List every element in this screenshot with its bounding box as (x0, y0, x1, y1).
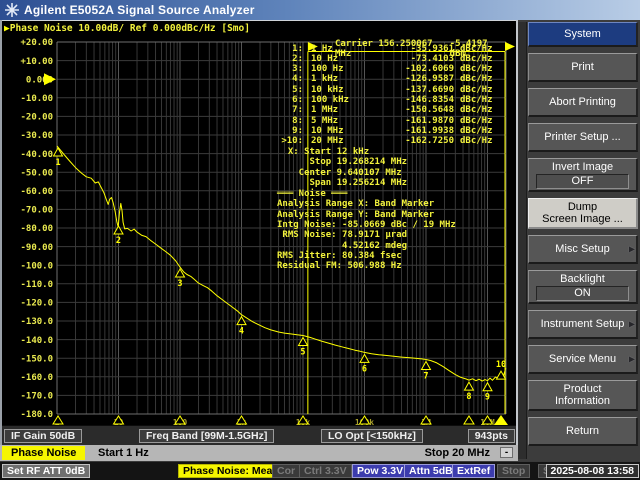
submenu-arrow-icon: ▶ (629, 245, 635, 254)
svg-text:-180.0: -180.0 (20, 410, 53, 420)
bezel-line-left (0, 20, 2, 461)
menu-header-system: System (528, 22, 638, 47)
invert-image-value: OFF (536, 174, 629, 189)
svg-text:+10.00: +10.00 (20, 57, 53, 67)
marker-row: 1:1 Hz-35.9361dBc/Hz (277, 44, 507, 54)
svg-text:2: 2 (116, 236, 121, 246)
softkey-backlight[interactable]: Backlight ON (528, 270, 638, 304)
marker-row: 3:100 Hz-102.6069dBc/Hz (277, 64, 507, 74)
softkey-service-menu[interactable]: Service Menu▶ (528, 345, 638, 374)
svg-text:7: 7 (423, 372, 428, 382)
collapse-button[interactable]: - (500, 447, 513, 458)
svg-text:+20.00: +20.00 (20, 38, 53, 48)
cor-badge: Cor (272, 464, 300, 478)
title-bar: Agilent E5052A Signal Source Analyzer (0, 0, 640, 20)
svg-text:-40.00: -40.00 (20, 150, 53, 160)
svg-text:-150.0: -150.0 (20, 354, 53, 364)
svg-text:1: 1 (55, 158, 60, 168)
softkey-misc-setup[interactable]: Misc Setup▶ (528, 235, 638, 264)
datetime-readout: 2025-08-08 13:58 (546, 464, 639, 478)
svg-text:3: 3 (177, 279, 182, 289)
if-gain-readout: IF Gain 50dB (4, 429, 82, 443)
extref-badge: ExtRef (452, 464, 495, 478)
svg-text:9: 9 (485, 393, 490, 403)
svg-text:-100.0: -100.0 (20, 261, 53, 271)
points-readout: 943pts (468, 429, 515, 443)
marker-row: 8:5 MHz-161.9870dBc/Hz (277, 116, 507, 126)
submenu-arrow-icon: ▶ (629, 355, 635, 364)
svg-text:-80.00: -80.00 (20, 224, 53, 234)
softkey-return[interactable]: Return (528, 417, 638, 446)
marker-row: 7:1 MHz-150.5648dBc/Hz (277, 105, 507, 115)
agilent-spark-icon (5, 3, 19, 17)
softkey-printer-setup[interactable]: Printer Setup ... (528, 123, 638, 152)
svg-text:5: 5 (300, 348, 305, 358)
noise-header: ═══ Noise ═══ (277, 189, 456, 199)
marker-row: >10:20 MHz-162.7250dBc/Hz (277, 136, 507, 146)
window-title: Agilent E5052A Signal Source Analyzer (24, 0, 255, 20)
marker-row: 6:100 kHz-146.8354dBc/Hz (277, 95, 507, 105)
instrument-screen: Agilent E5052A Signal Source Analyzer +2… (0, 0, 640, 480)
svg-text:-120.0: -120.0 (20, 299, 53, 309)
svg-text:-10.00: -10.00 (20, 94, 53, 104)
freq-band-readout: Freq Band [99M-1.5GHz] (139, 429, 274, 443)
trace-header-label: Phase Noise 10.00dB/ Ref 0.000dBc/Hz [Sm… (10, 23, 250, 34)
marker-row: 9:10 MHz-161.9938dBc/Hz (277, 126, 507, 136)
svg-text:8: 8 (466, 392, 471, 402)
svg-text:-50.00: -50.00 (20, 168, 53, 178)
menu-scroll-strip (518, 22, 527, 459)
softkey-product-information[interactable]: Product Information (528, 380, 638, 411)
marker-table: 1:1 Hz-35.9361dBc/Hz 2:10 Hz-73.4103dBc/… (277, 44, 507, 147)
marker-row: 4:1 kHz-126.9587dBc/Hz (277, 74, 507, 84)
svg-text:-30.00: -30.00 (20, 131, 53, 141)
meas-status-badge: Phase Noise: Meas (178, 464, 283, 478)
softkey-print[interactable]: Print (528, 53, 638, 82)
softkey-menu: System Print Abort Printing Printer Setu… (518, 20, 640, 461)
svg-text:6: 6 (362, 364, 367, 374)
ctrl-badge: Ctrl 3.3V (299, 464, 352, 478)
svg-text:-110.0: -110.0 (20, 280, 53, 290)
trace-header: ▶Phase Noise 10.00dB/ Ref 0.000dBc/Hz [S… (4, 23, 250, 34)
display-area: +20.00+10.000.000-10.00-20.00-30.00-40.0… (0, 20, 518, 445)
marker-row: 2:10 Hz-73.4103dBc/Hz (277, 54, 507, 64)
pow-badge: Pow 3.3V (352, 464, 408, 478)
svg-text:4: 4 (239, 327, 244, 337)
softkey-dump-screen-image[interactable]: Dump Screen Image ... (528, 198, 638, 229)
bezel-line-top (0, 20, 518, 21)
settings-strip: IF Gain 50dB Freq Band [99M-1.5GHz] LO O… (0, 425, 518, 445)
svg-text:-170.0: -170.0 (20, 392, 53, 402)
lo-opt-readout: LO Opt [<150kHz] (321, 429, 423, 443)
svg-text:10: 10 (496, 360, 506, 370)
svg-text:-70.00: -70.00 (20, 206, 53, 216)
backlight-value: ON (536, 286, 629, 301)
status-bar: Set RF ATT 0dB Phase Noise: Meas Cor Ctr… (0, 461, 640, 480)
stop-badge: Stop (497, 464, 530, 478)
sweep-bar: Phase Noise Start 1 Hz Stop 20 MHz - (0, 445, 518, 461)
softkey-instrument-setup[interactable]: Instrument Setup▶ (528, 310, 638, 339)
sweep-stop-readout: Stop 20 MHz (425, 445, 490, 461)
svg-text:-90.00: -90.00 (20, 243, 53, 253)
band-marker-info: X: Start 12 kHz Stop 19.268214 MHz Cente… (277, 147, 407, 188)
svg-text:-60.00: -60.00 (20, 187, 53, 197)
noise-analysis-info: ═══ Noise ═══ Analysis Range X: Band Mar… (277, 189, 456, 272)
softkey-abort-printing[interactable]: Abort Printing (528, 88, 638, 117)
sweep-start-readout: Start 1 Hz (98, 445, 149, 461)
svg-text:-20.00: -20.00 (20, 113, 53, 123)
svg-text:-160.0: -160.0 (20, 373, 53, 383)
attn-badge: Attn 5dB (404, 464, 458, 478)
submenu-arrow-icon: ▶ (629, 320, 635, 329)
marker-row: 5:10 kHz-137.6690dBc/Hz (277, 85, 507, 95)
channel-tab-phase-noise[interactable]: Phase Noise (2, 446, 85, 460)
svg-text:-130.0: -130.0 (20, 317, 53, 327)
svg-text:-140.0: -140.0 (20, 336, 53, 346)
softkey-invert-image[interactable]: Invert Image OFF (528, 158, 638, 192)
status-message: Set RF ATT 0dB (2, 464, 90, 478)
